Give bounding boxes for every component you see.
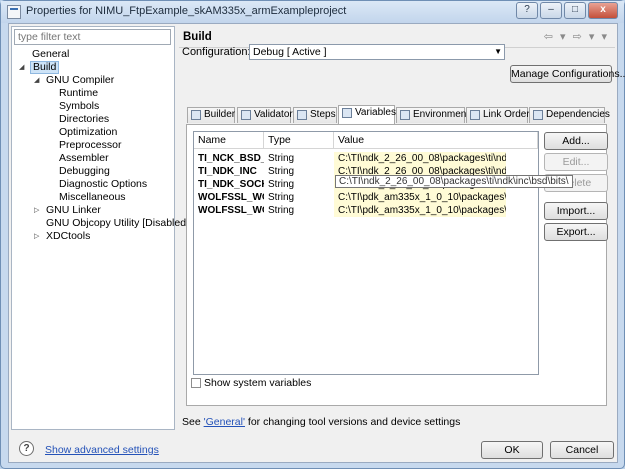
tree-item-preprocessor[interactable]: Preprocessor bbox=[59, 139, 121, 152]
column-header-value[interactable]: Value bbox=[334, 132, 538, 149]
variable-type: String bbox=[268, 166, 295, 177]
page-title: Build bbox=[183, 31, 212, 43]
tab-validator[interactable]: Validator bbox=[237, 107, 293, 123]
variable-value: C:\TI\pdk_am335x_1_0_10\packages\MyEx... bbox=[334, 204, 506, 217]
validator-icon bbox=[241, 110, 251, 120]
tree-item-symbols[interactable]: Symbols bbox=[59, 100, 99, 113]
variable-value: C:\TI\pdk_am335x_1_0_10\packages\MyEx... bbox=[334, 191, 506, 204]
tree-item-gnu-objcopy[interactable]: GNU Objcopy Utility [Disabled] bbox=[46, 217, 189, 230]
variable-type: String bbox=[268, 192, 295, 203]
configuration-select[interactable]: Debug [ Active ] ▼ bbox=[249, 44, 505, 60]
variable-name: TI_NDK_INC bbox=[198, 166, 257, 177]
help-window-button[interactable]: ? bbox=[516, 2, 538, 19]
environment-icon bbox=[400, 110, 410, 120]
tab-builder[interactable]: Builder bbox=[187, 107, 235, 123]
tree-item-diagnostic-options[interactable]: Diagnostic Options bbox=[59, 178, 147, 191]
collapsed-arrow-icon[interactable]: ▷ bbox=[34, 204, 39, 217]
expanded-arrow-icon[interactable]: ◢ bbox=[34, 74, 39, 87]
tree-item-directories[interactable]: Directories bbox=[59, 113, 109, 126]
general-link[interactable]: 'General' bbox=[204, 416, 245, 428]
variable-name: TI_NDK_SOCK... bbox=[198, 179, 264, 190]
builder-icon bbox=[191, 110, 201, 120]
title-bar[interactable]: Properties for NIMU_FtpExample_skAM335x_… bbox=[1, 1, 624, 23]
variable-value: C:\TI\ndk_2_26_00_08\packages\ti\ndk\inc… bbox=[334, 152, 506, 165]
tree-item-optimization[interactable]: Optimization bbox=[59, 126, 117, 139]
tab-variables[interactable]: Variables bbox=[338, 105, 396, 124]
tab-dependencies[interactable]: Dependencies bbox=[529, 107, 610, 123]
close-button[interactable]: x bbox=[588, 2, 618, 19]
value-tooltip: C:\TI\ndk_2_26_00_08\packages\ti\ndk\inc… bbox=[335, 175, 573, 188]
column-header-name[interactable]: Name bbox=[194, 132, 264, 149]
tree-item-build[interactable]: Build bbox=[30, 61, 60, 74]
import-button[interactable]: Import... bbox=[544, 202, 608, 220]
tab-link-order[interactable]: Link Order bbox=[466, 107, 530, 123]
tree-item-xdctools[interactable]: XDCtools bbox=[46, 230, 90, 243]
edit-button[interactable]: Edit... bbox=[544, 153, 608, 171]
tree-item-assembler[interactable]: Assembler bbox=[59, 152, 109, 165]
tree-item-gnu-compiler[interactable]: GNU Compiler bbox=[46, 74, 114, 87]
variable-name: WOLFSSL_WO... bbox=[198, 192, 264, 203]
tree-item-debugging[interactable]: Debugging bbox=[59, 165, 110, 178]
show-system-variables-label: Show system variables bbox=[204, 377, 312, 389]
column-header-type[interactable]: Type bbox=[264, 132, 334, 149]
configuration-label: Configuration: bbox=[182, 46, 251, 58]
variables-table[interactable]: Name Type Value TI_NCK_BSD_I... String C… bbox=[193, 131, 539, 375]
window-title: Properties for NIMU_FtpExample_skAM335x_… bbox=[26, 5, 347, 17]
variable-type: String bbox=[268, 153, 295, 164]
tree-item-miscellaneous[interactable]: Miscellaneous bbox=[59, 191, 126, 204]
cancel-button[interactable]: Cancel bbox=[550, 441, 614, 459]
chevron-down-icon: ▼ bbox=[494, 47, 502, 56]
steps-icon bbox=[297, 110, 307, 120]
variable-type: String bbox=[268, 179, 295, 190]
export-button[interactable]: Export... bbox=[544, 223, 608, 241]
dependencies-icon bbox=[533, 110, 543, 120]
table-row[interactable]: WOLFSSL_WO... String C:\TI\pdk_am335x_1_… bbox=[194, 204, 540, 217]
footer-note: See 'General' for changing tool versions… bbox=[182, 416, 461, 428]
variables-icon bbox=[342, 108, 352, 118]
ok-button[interactable]: OK bbox=[481, 441, 543, 459]
help-icon[interactable]: ? bbox=[19, 441, 34, 456]
maximize-button[interactable]: □ bbox=[564, 2, 586, 19]
property-tree-pane: General ◢ Build ◢ GNU Compiler Runtime S… bbox=[11, 26, 189, 430]
tree-item-gnu-linker[interactable]: GNU Linker bbox=[46, 204, 101, 217]
configuration-value: Debug [ Active ] bbox=[253, 46, 327, 58]
tree-item-general[interactable]: General bbox=[32, 48, 69, 61]
variable-type: String bbox=[268, 205, 295, 216]
properties-dialog: Properties for NIMU_FtpExample_skAM335x_… bbox=[0, 0, 625, 469]
variable-name: WOLFSSL_WO... bbox=[198, 205, 264, 216]
window-icon bbox=[7, 5, 21, 19]
expanded-arrow-icon[interactable]: ◢ bbox=[19, 61, 24, 74]
tree-item-runtime[interactable]: Runtime bbox=[59, 87, 98, 100]
table-row[interactable]: TI_NCK_BSD_I... String C:\TI\ndk_2_26_00… bbox=[194, 152, 540, 165]
tab-environment[interactable]: Environment bbox=[396, 107, 469, 123]
show-advanced-settings-link[interactable]: Show advanced settings bbox=[45, 444, 159, 456]
variable-name: TI_NCK_BSD_I... bbox=[198, 153, 264, 164]
minimize-button[interactable]: – bbox=[540, 2, 562, 19]
link-order-icon bbox=[470, 110, 480, 120]
show-system-variables-checkbox[interactable] bbox=[191, 378, 201, 388]
filter-input[interactable] bbox=[14, 29, 171, 45]
tab-steps[interactable]: Steps bbox=[293, 107, 337, 123]
collapsed-arrow-icon[interactable]: ▷ bbox=[34, 230, 39, 243]
table-row[interactable]: WOLFSSL_WO... String C:\TI\pdk_am335x_1_… bbox=[194, 191, 540, 204]
navigation-arrows-icon[interactable]: ⇦ ▾ ⇨ ▾ ▾ bbox=[544, 30, 609, 43]
add-button[interactable]: Add... bbox=[544, 132, 608, 150]
manage-configurations-button[interactable]: Manage Configurations... bbox=[510, 65, 625, 83]
